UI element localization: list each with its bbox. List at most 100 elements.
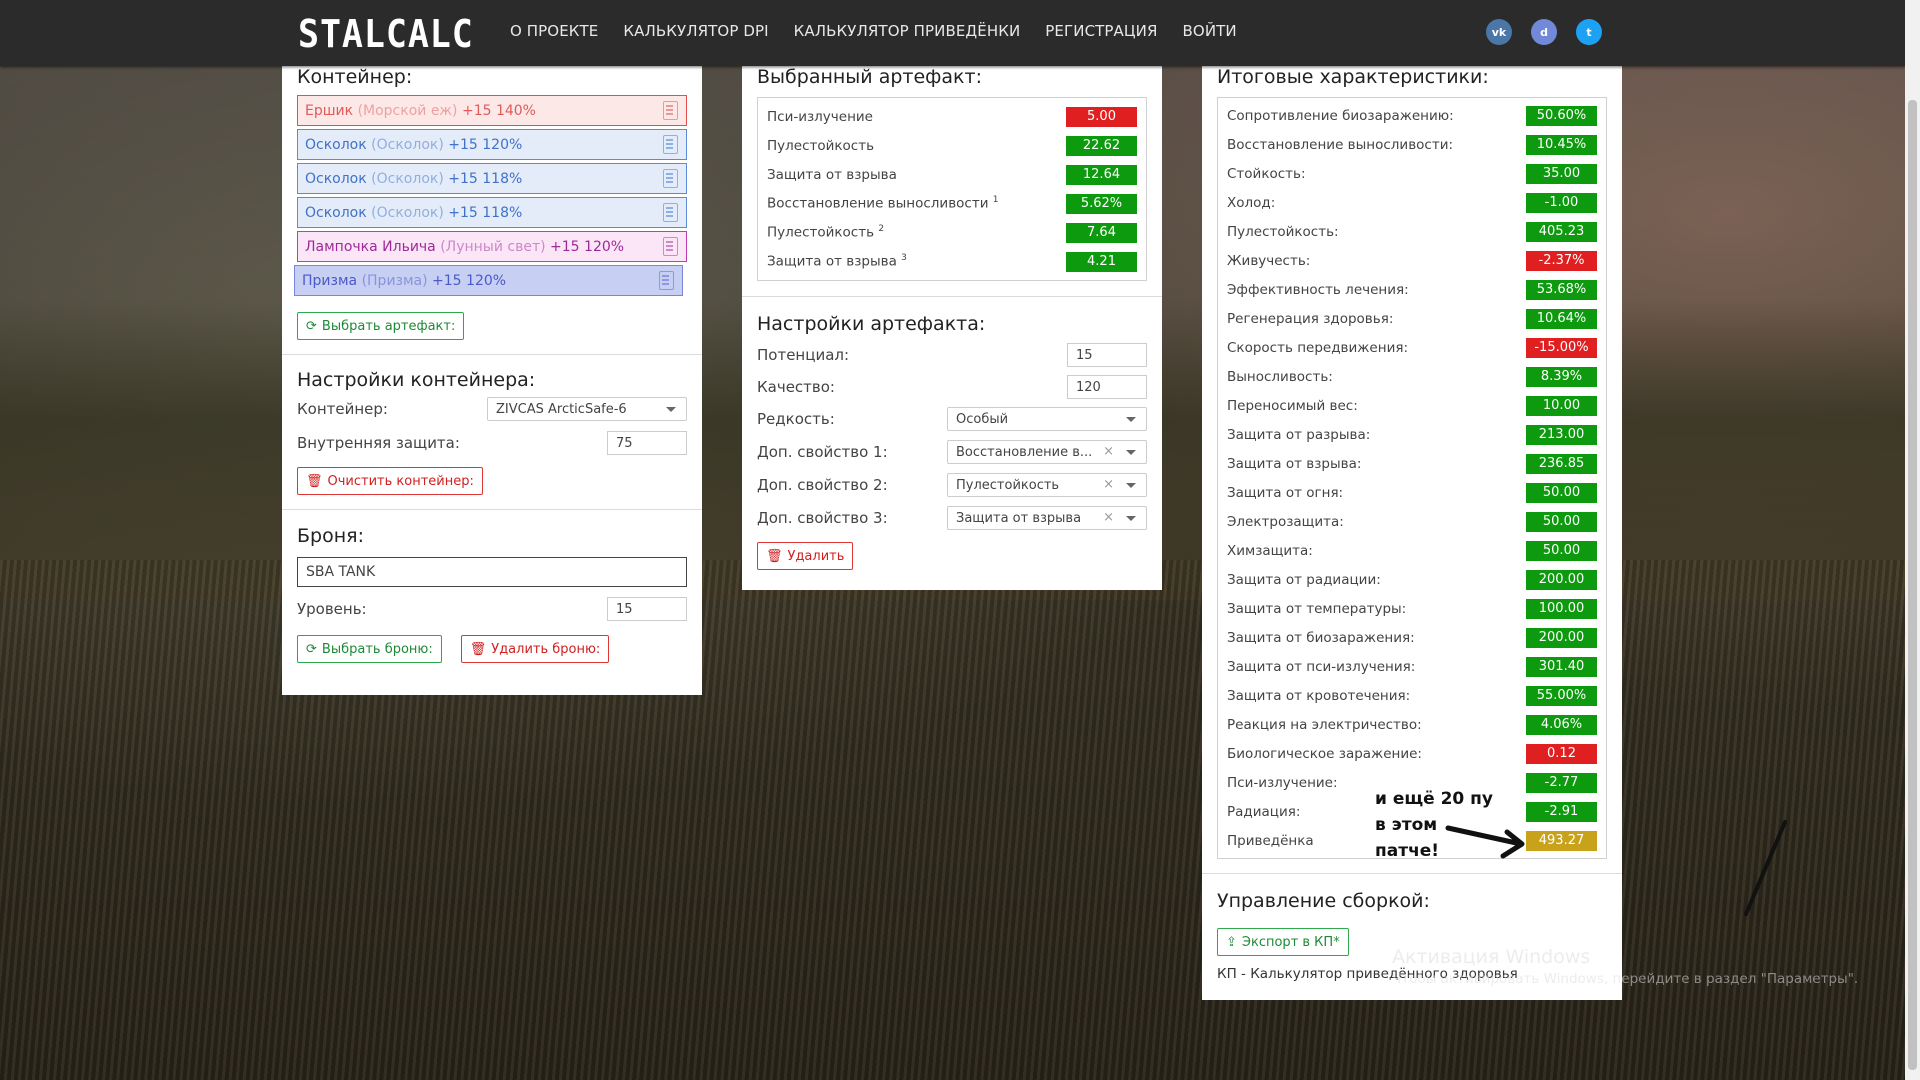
copy-icon[interactable] — [663, 101, 678, 120]
stat-value: 100.00 — [1526, 598, 1597, 619]
rarity-select[interactable]: Особый — [947, 407, 1147, 431]
stat-label: Защита от разрыва: — [1227, 426, 1371, 443]
stat-value: -1.00 — [1526, 192, 1597, 213]
trash-icon: 🗑 — [306, 473, 323, 489]
quality-value: 120 — [1076, 379, 1101, 395]
stat-label: Защита от пси-излучения: — [1227, 658, 1416, 675]
choose-artifact-button[interactable]: ⟳ Выбрать артефакт: — [297, 312, 465, 340]
armor-level-input[interactable]: 15 — [607, 597, 687, 621]
stat-label: Защита от биозаражения: — [1227, 629, 1415, 646]
site-logo[interactable]: STALCALC — [298, 12, 474, 56]
container-select-value: ZIVCAS ArcticSafe-6 — [496, 401, 627, 417]
prop1-value: Восстановление в... — [956, 444, 1093, 460]
inner-protection-input[interactable]: 75 — [607, 431, 687, 455]
clear-icon[interactable]: × — [1103, 477, 1114, 492]
container-select[interactable]: ZIVCAS ArcticSafe-6 — [487, 397, 687, 421]
nav-login[interactable]: ВОЙТИ — [1183, 22, 1237, 40]
stat-row: Пулестойкость 22.62 — [767, 131, 1137, 160]
prop3-select[interactable]: Защита от взрыва × — [947, 506, 1147, 530]
armor-actions: ⟳ Выбрать броню: 🗑 Удалить броню: — [297, 635, 687, 663]
scrollbar-thumb[interactable] — [1908, 100, 1917, 1070]
stat-row: Скорость передвижения: -15.00% — [1227, 333, 1597, 362]
page-scrollbar[interactable] — [1905, 0, 1920, 1080]
copy-icon[interactable] — [663, 169, 678, 188]
stat-value: 50.00 — [1526, 482, 1597, 503]
choose-artifact-label: Выбрать артефакт: — [321, 318, 456, 334]
copy-icon[interactable] — [663, 135, 678, 154]
rarity-row: Редкость: Особый — [757, 407, 1147, 431]
artifact-item[interactable]: Ершик (Морской еж) +15 140% — [297, 95, 687, 126]
stat-label: Пси-излучение — [767, 108, 873, 125]
chevron-down-icon — [1126, 483, 1136, 488]
social-links: vk d t — [1486, 19, 1602, 45]
delete-armor-button[interactable]: 🗑 Удалить броню: — [460, 635, 610, 663]
delete-artifact-button[interactable]: 🗑 Удалить — [757, 542, 854, 570]
top-navbar: STALCALC О ПРОЕКТЕ КАЛЬКУЛЯТОР DPI КАЛЬК… — [0, 0, 1905, 66]
choose-armor-button[interactable]: ⟳ Выбрать броню: — [297, 635, 442, 663]
prop1-select[interactable]: Восстановление в... × — [947, 440, 1147, 464]
stat-value: 10.45% — [1526, 134, 1597, 155]
quality-row: Качество: 120 — [757, 375, 1147, 399]
stat-row: Защита от радиации: 200.00 — [1227, 565, 1597, 594]
prop2-value: Пулестойкость — [956, 477, 1060, 493]
artifact-item[interactable]: Лампочка Ильича (Лунный свет) +15 120% — [297, 231, 687, 262]
stat-label: Регенерация здоровья: — [1227, 310, 1394, 327]
choose-armor-label: Выбрать броню: — [321, 641, 433, 657]
stat-label: Защита от кровотечения: — [1227, 687, 1411, 704]
totals-title: Итоговые характеристики: — [1217, 66, 1489, 88]
prop3-value: Защита от взрыва — [956, 510, 1082, 526]
divider — [1202, 873, 1622, 874]
stat-row: Эффективность лечения: 53.68% — [1227, 275, 1597, 304]
copy-icon[interactable] — [663, 203, 678, 222]
clear-icon[interactable]: × — [1103, 444, 1114, 459]
copy-icon[interactable] — [659, 271, 674, 290]
stat-row: Химзащита: 50.00 — [1227, 536, 1597, 565]
artifact-item[interactable]: Призма (Призма) +15 120% — [294, 265, 683, 296]
potential-input[interactable]: 15 — [1067, 343, 1147, 367]
stat-value: 5.62% — [1066, 193, 1137, 214]
stat-value: 5.00 — [1066, 106, 1137, 127]
prop3-row: Доп. свойство 3: Защита от взрыва × — [757, 506, 1147, 530]
stat-value: -2.77 — [1526, 772, 1597, 793]
stat-label: Защита от огня: — [1227, 484, 1344, 501]
export-button[interactable]: ⇪ Экспорт в КП* — [1217, 928, 1349, 956]
nav-register[interactable]: РЕГИСТРАЦИЯ — [1045, 22, 1157, 40]
artifact-item[interactable]: Осколок (Осколок) +15 120% — [297, 129, 687, 160]
copy-icon[interactable] — [663, 237, 678, 256]
stat-value: 4.21 — [1066, 251, 1137, 272]
artifact-name: Осколок — [305, 204, 367, 221]
prop2-label: Доп. свойство 2: — [757, 476, 888, 494]
armor-name-input[interactable]: SBA TANK — [297, 557, 687, 587]
nav-about[interactable]: О ПРОЕКТЕ — [510, 22, 598, 40]
clear-icon[interactable]: × — [1103, 510, 1114, 525]
clear-container-button[interactable]: 🗑 Очистить контейнер: — [297, 467, 483, 495]
potential-row: Потенциал: 15 — [757, 343, 1147, 367]
stat-label: Химзащита: — [1227, 542, 1313, 559]
stat-row: Защита от пси-излучения: 301.40 — [1227, 652, 1597, 681]
nav-dpi-calculator[interactable]: КАЛЬКУЛЯТОР DPI — [623, 22, 768, 40]
stat-label: Холод: — [1227, 194, 1276, 211]
prop2-select[interactable]: Пулестойкость × — [947, 473, 1147, 497]
stat-row: Сопротивление биозаражению: 50.60% — [1227, 101, 1597, 130]
stat-value: 22.62 — [1066, 135, 1137, 156]
stat-label: Реакция на электричество: — [1227, 716, 1422, 733]
quality-input[interactable]: 120 — [1067, 375, 1147, 399]
twitter-icon[interactable]: t — [1576, 19, 1602, 45]
stat-value: 213.00 — [1526, 424, 1597, 445]
artifact-item[interactable]: Осколок (Осколок) +15 118% — [297, 197, 687, 228]
stat-label: Живучесть: — [1227, 252, 1311, 269]
artifact-list: Ершик (Морской еж) +15 140% Осколок (Оск… — [294, 95, 687, 296]
stat-label: Пси-излучение: — [1227, 774, 1338, 791]
discord-icon[interactable]: d — [1531, 19, 1557, 45]
nav-ehp-calculator[interactable]: КАЛЬКУЛЯТОР ПРИВЕДЁНКИ — [794, 22, 1021, 40]
stat-value: 200.00 — [1526, 627, 1597, 648]
stat-row: Реакция на электричество: 4.06% — [1227, 710, 1597, 739]
artifact-item[interactable]: Осколок (Осколок) +15 118% — [297, 163, 687, 194]
artifact-alt-name: (Призма) — [361, 272, 428, 289]
stat-value: 236.85 — [1526, 453, 1597, 474]
export-label: Экспорт в КП* — [1241, 934, 1340, 950]
stat-row: Защита от температуры: 100.00 — [1227, 594, 1597, 623]
vk-icon[interactable]: vk — [1486, 19, 1512, 45]
stat-value: -2.91 — [1526, 801, 1597, 822]
stat-row: Восстановление выносливости: 10.45% — [1227, 130, 1597, 159]
